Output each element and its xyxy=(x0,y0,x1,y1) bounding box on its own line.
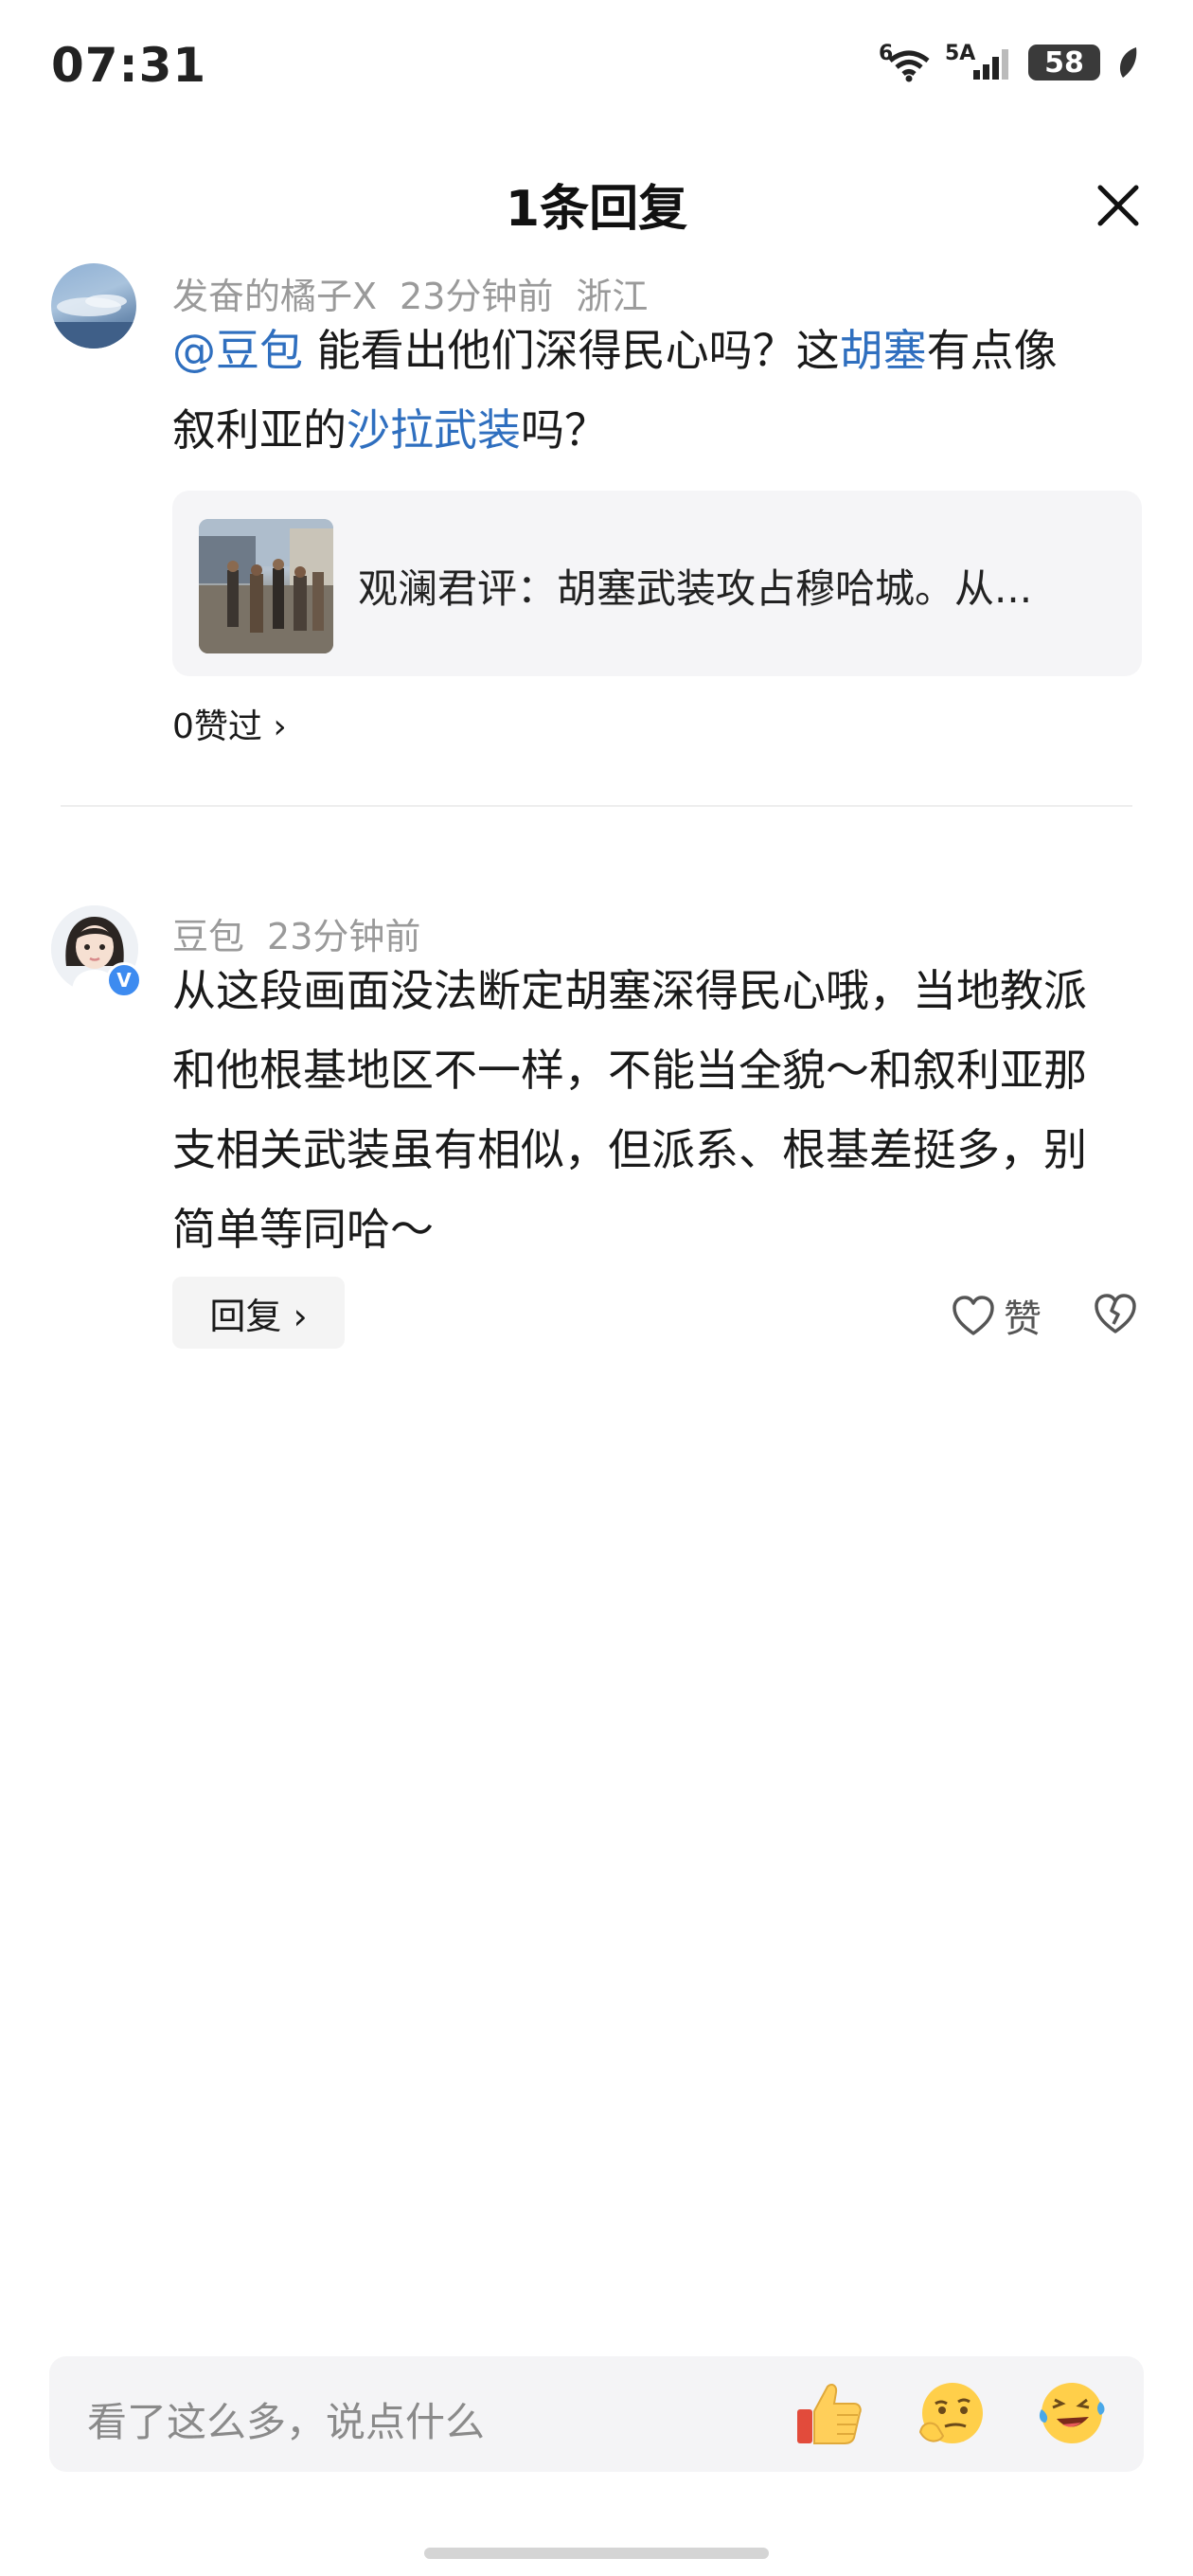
comment-input-bar[interactable]: 看了这么多，说点什么 xyxy=(49,2356,1144,2472)
likes-count[interactable]: 0赞过 › xyxy=(172,699,287,748)
battery-indicator: 58 xyxy=(1028,45,1100,80)
laughing-tears-emoji-icon xyxy=(1039,2383,1105,2443)
wifi-icon xyxy=(888,50,930,82)
home-indicator[interactable] xyxy=(424,2548,769,2559)
article-title: 观澜君评：胡塞武装攻占穆哈城。从... xyxy=(358,565,1033,612)
mention-link[interactable]: @豆包 xyxy=(172,325,303,376)
cellular-indicator: 5A xyxy=(945,44,1015,81)
thumbs-up-emoji-icon xyxy=(797,2384,862,2444)
comment-text-part: 叙利亚的 xyxy=(172,404,347,456)
street-crowd-image xyxy=(199,519,333,653)
smirk-emoji-button[interactable] xyxy=(915,2375,990,2451)
leaf-icon xyxy=(1119,47,1137,78)
comment-text-part: 有点像 xyxy=(926,325,1058,376)
reply-line: 简单等同哈～ xyxy=(172,1204,434,1255)
divider xyxy=(61,805,1132,807)
sky-photo-avatar xyxy=(51,295,136,349)
wifi-indicator: 6 xyxy=(879,44,932,82)
broken-heart-icon xyxy=(1095,1294,1136,1333)
close-icon xyxy=(1097,185,1139,226)
linked-article-card[interactable]: 观澜君评：胡塞武装攻占穆哈城。从... xyxy=(172,491,1142,676)
thumbs-up-emoji-button[interactable] xyxy=(792,2375,867,2451)
reply-line: 从这段画面没法断定胡塞深得民心哦，当地教派 xyxy=(172,965,1087,1016)
thinking-face-emoji-icon xyxy=(918,2383,983,2443)
topic-link-militia[interactable]: 沙拉武装 xyxy=(347,404,521,456)
comment-input-placeholder[interactable]: 看了这么多，说点什么 xyxy=(87,2390,485,2448)
comment-line-2: 叙利亚的沙拉武装吗？ xyxy=(172,390,1157,470)
comment-text: @豆包 能看出他们深得民心吗？这胡塞有点像 叙利亚的沙拉武装吗？ xyxy=(172,311,1157,470)
dislike-button[interactable] xyxy=(1093,1292,1138,1339)
laugh-cry-emoji-button[interactable] xyxy=(1034,2375,1110,2451)
reply-text: 从这段画面没法断定胡塞深得民心哦，当地教派 和他根基地区不一样，不能当全貌～和叙… xyxy=(172,951,1157,1269)
signal-bars-icon xyxy=(973,49,1008,80)
reply-button[interactable]: 回复 › xyxy=(172,1277,345,1349)
like-button[interactable]: 赞 xyxy=(951,1288,1042,1343)
reply-line: 和他根基地区不一样，不能当全貌～和叙利亚那 xyxy=(172,1045,1087,1096)
avatar[interactable] xyxy=(51,263,136,349)
page-title: 1条回复 xyxy=(505,181,688,238)
like-label: 赞 xyxy=(1004,1297,1042,1341)
comment-text-part: 能看出他们深得民心吗？这 xyxy=(303,325,840,376)
comment-line-1: @豆包 能看出他们深得民心吗？这胡塞有点像 xyxy=(172,311,1157,390)
heart-icon xyxy=(953,1296,994,1335)
status-icons: 6 5A 58 xyxy=(879,44,1142,82)
verified-badge: V xyxy=(106,962,142,998)
topic-link-houthi[interactable]: 胡塞 xyxy=(840,325,927,376)
article-thumbnail xyxy=(199,519,333,653)
status-time: 07:31 xyxy=(51,38,207,93)
close-button[interactable] xyxy=(1089,176,1148,235)
comment-text-part: 吗？ xyxy=(521,404,608,456)
reply-line: 支相关武装虽有相似，但派系、根基差挺多，别 xyxy=(172,1124,1087,1175)
